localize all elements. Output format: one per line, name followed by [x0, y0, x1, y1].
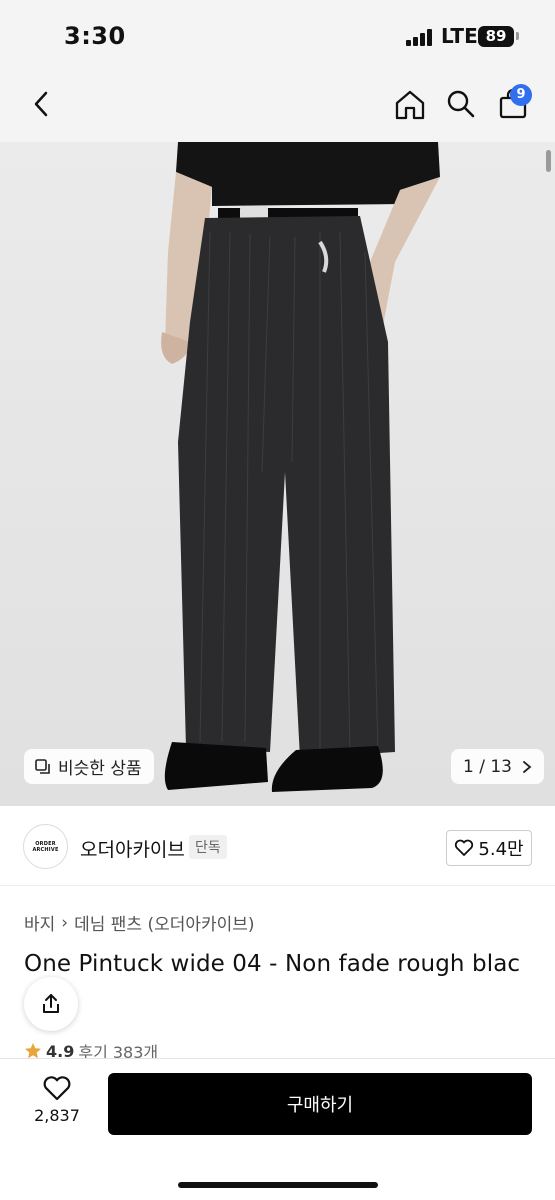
heart-icon: [43, 1076, 71, 1101]
back-icon: [34, 91, 48, 117]
cart-count-badge: 9: [510, 84, 532, 106]
battery-icon: 89: [478, 26, 514, 47]
top-nav: [0, 68, 555, 142]
share-button[interactable]: [24, 977, 78, 1031]
brand-logo[interactable]: ORDER ARCHIVE: [23, 824, 68, 869]
product-title: One Pintuck wide 04 - Non fade rough bla…: [24, 951, 521, 977]
back-button[interactable]: [22, 84, 62, 124]
exclusive-badge: 단독: [189, 835, 227, 859]
breadcrumb: 바지 › 데님 팬츠 (오더아카이브): [24, 910, 255, 936]
similar-products-button[interactable]: 비슷한 상품: [24, 749, 154, 784]
model-photo: [161, 142, 440, 792]
search-button[interactable]: [441, 84, 481, 124]
search-icon: [447, 90, 475, 118]
signal-icon: [406, 28, 436, 46]
purchase-bar: 2,837 구매하기: [0, 1058, 555, 1200]
brand-name[interactable]: 오더아카이브: [80, 835, 185, 862]
buy-button[interactable]: 구매하기: [108, 1073, 532, 1135]
wishlist-count: 2,837: [34, 1106, 80, 1125]
status-bar: 3:30 LTE 89: [0, 0, 555, 68]
battery-tip: [516, 32, 519, 40]
clock: 3:30: [64, 22, 126, 50]
brand-like-count: 5.4만: [478, 839, 524, 860]
breadcrumb-subcategory[interactable]: 데님 팬츠 (오더아카이브): [74, 910, 254, 935]
image-counter-button[interactable]: 1 / 13: [451, 749, 544, 784]
home-button[interactable]: [390, 85, 430, 125]
similar-products-label: 비슷한 상품: [58, 759, 142, 779]
product-image[interactable]: [0, 142, 555, 806]
home-indicator: [178, 1182, 378, 1188]
heart-icon: [455, 839, 474, 856]
network-type: LTE: [441, 24, 478, 48]
breadcrumb-category[interactable]: 바지: [24, 910, 55, 935]
share-icon: [43, 994, 59, 1013]
brand-row: ORDER ARCHIVE 오더아카이브 단독 5.4만: [0, 806, 555, 886]
brand-like-button[interactable]: 5.4만: [446, 830, 532, 866]
scrollbar[interactable]: [546, 150, 551, 172]
image-counter: 1 / 13: [463, 756, 512, 777]
copy-icon: [35, 758, 50, 774]
wishlist-button[interactable]: 2,837: [26, 1075, 88, 1125]
chevron-right-icon: [523, 760, 532, 773]
chevron-right-icon: ›: [61, 912, 69, 933]
home-icon: [395, 90, 425, 120]
